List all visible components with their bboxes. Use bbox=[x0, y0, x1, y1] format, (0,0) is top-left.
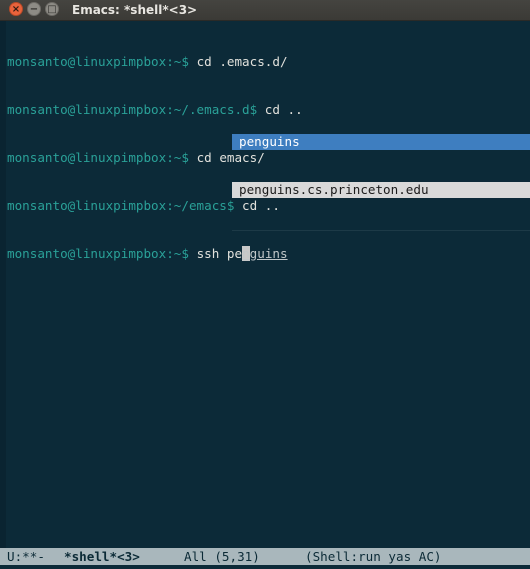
maximize-window-button[interactable]: □ bbox=[45, 2, 59, 16]
completion-item[interactable]: penguins.cs.princeton.edu bbox=[232, 182, 530, 198]
shell-prompt: monsanto@linuxpimpbox:~$ bbox=[7, 246, 189, 261]
shell-prompt: monsanto@linuxpimpbox:~/.emacs.d$ bbox=[7, 102, 258, 117]
completion-popup: penguins penguins.cs.princeton.edu bbox=[232, 102, 530, 230]
shell-history-line: monsanto@linuxpimpbox:~$ cd .emacs.d/ bbox=[7, 54, 527, 70]
close-window-button[interactable]: × bbox=[9, 2, 23, 16]
shell-buffer[interactable]: monsanto@linuxpimpbox:~$ cd .emacs.d/ mo… bbox=[7, 22, 527, 548]
minibuffer[interactable] bbox=[0, 565, 530, 569]
inline-completion-preview: guins bbox=[249, 246, 288, 261]
cursor-position: All (5,31) bbox=[184, 549, 260, 564]
window-title: Emacs: *shell*<3> bbox=[72, 3, 198, 17]
completion-item-selected[interactable]: penguins bbox=[232, 134, 530, 150]
major-minor-modes[interactable]: (Shell:run yas AC) bbox=[305, 548, 441, 565]
emacs-window: × − □ Emacs: *shell*<3> monsanto@linuxpi… bbox=[0, 0, 530, 569]
title-bar[interactable]: × − □ Emacs: *shell*<3> bbox=[0, 0, 530, 21]
mode-line[interactable]: U:**- *shell*<3> All (5,31) (Shell:run y… bbox=[0, 548, 530, 565]
shell-prompt: monsanto@linuxpimpbox:~/emacs$ bbox=[7, 198, 235, 213]
typed-input[interactable]: ssh pe bbox=[189, 246, 243, 261]
text-cursor: n bbox=[242, 246, 250, 261]
left-fringe bbox=[0, 21, 6, 548]
buffer-name[interactable]: *shell*<3> bbox=[64, 548, 140, 565]
shell-input-line[interactable]: monsanto@linuxpimpbox:~$ ssh penguins bbox=[7, 246, 527, 262]
buffer-status: U:**- bbox=[7, 549, 45, 564]
shell-command: cd .emacs.d/ bbox=[188, 54, 288, 69]
shell-prompt: monsanto@linuxpimpbox:~$ bbox=[7, 54, 189, 69]
shell-prompt: monsanto@linuxpimpbox:~$ bbox=[7, 150, 189, 165]
minimize-window-button[interactable]: − bbox=[27, 2, 41, 16]
